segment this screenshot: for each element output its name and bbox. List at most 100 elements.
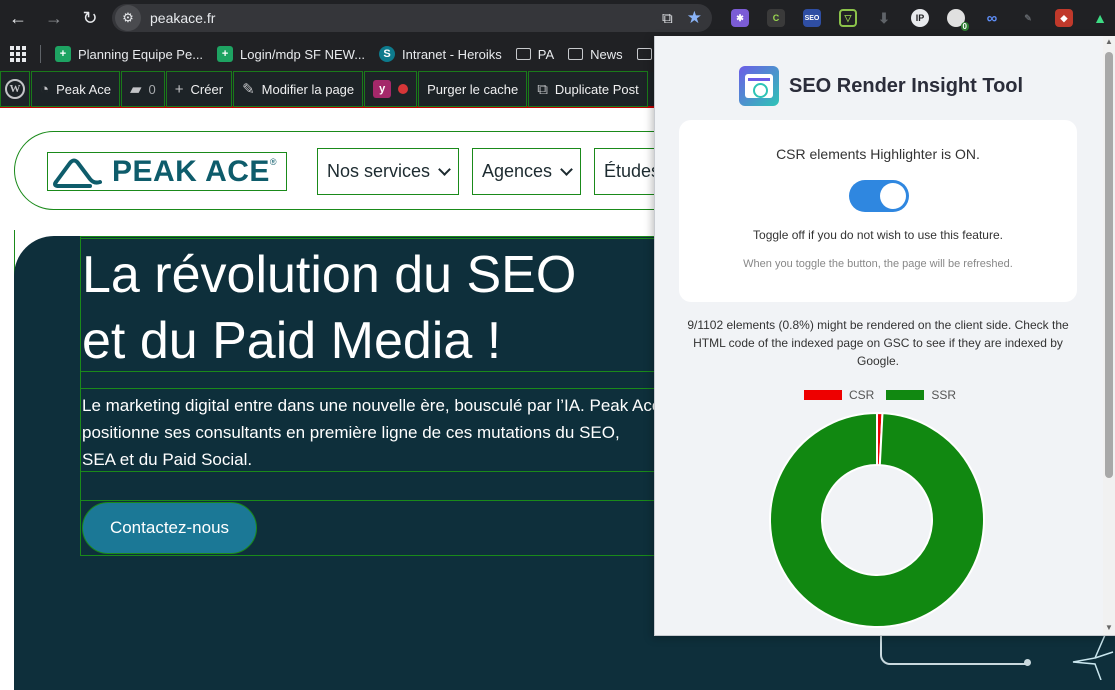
toggle-knob <box>880 183 906 209</box>
scroll-down-icon[interactable]: ▼ <box>1105 624 1113 632</box>
logo-text: PEAK ACE <box>112 154 270 188</box>
nav-agences[interactable]: Agences <box>472 148 582 195</box>
extension-download-icon[interactable]: ⬇ <box>866 4 902 32</box>
chart-legend: CSR SSR <box>655 388 1105 402</box>
extension-badge-count: 0 <box>960 22 969 31</box>
bookmark-star-icon[interactable]: ★ <box>687 8 702 28</box>
wp-yoast-menu[interactable]: y <box>364 71 418 107</box>
bookmark-login[interactable]: + Login/mdp SF NEW... <box>217 46 365 62</box>
forward-button[interactable]: → <box>36 0 72 36</box>
popup-scrollbar[interactable]: ▲ ▼ <box>1103 36 1115 635</box>
duplicate-icon: ⧉ <box>537 80 548 98</box>
reload-button[interactable]: ↻ <box>72 0 108 36</box>
extension-ip-icon[interactable]: IP <box>902 4 938 32</box>
extensions-bar: ✱ C SEO ▽ ⬇ IP 0 ∞ ✎ ◆ ▲ ▣ <box>722 4 1115 32</box>
legend-ssr[interactable]: SSR <box>886 388 956 402</box>
wp-duplicate-post[interactable]: ⧉ Duplicate Post <box>528 71 648 107</box>
extension-gear-icon[interactable]: ✱ <box>722 4 758 32</box>
bookmark-folder-news[interactable]: News <box>568 47 623 62</box>
sheets-icon: + <box>55 46 71 62</box>
peak-ace-logo-icon <box>53 158 102 188</box>
extension-badge-icon[interactable]: 0 <box>938 4 974 32</box>
wp-comments[interactable]: ▰ 0 <box>121 71 165 107</box>
back-button[interactable]: ← <box>0 0 36 36</box>
wp-create-label: Créer <box>190 81 224 97</box>
wp-edit-page[interactable]: ✎ Modifier la page <box>233 71 364 107</box>
url-text[interactable]: peakace.fr <box>150 10 215 26</box>
dashboard-icon: ◔ <box>40 80 50 98</box>
extension-tag-icon[interactable]: ◆ <box>1046 4 1082 32</box>
seo-render-tool-icon <box>739 66 779 106</box>
popup-header: SEO Render Insight Tool <box>739 66 1023 106</box>
chevron-down-icon <box>560 162 573 176</box>
summary-line: 9/1102 elements (0.8%) might be rendered… <box>687 318 1069 332</box>
folder-icon <box>636 48 652 60</box>
csr-summary: 9/1102 elements (0.8%) might be rendered… <box>673 316 1083 370</box>
highlighter-status: CSR elements Highlighter is ON. <box>776 146 980 162</box>
wordpress-icon: W <box>5 79 25 99</box>
site-info-icon[interactable]: ⚙ <box>115 5 141 31</box>
bookmark-label: News <box>590 46 623 62</box>
bookmark-intranet[interactable]: S Intranet - Heroiks <box>379 46 502 62</box>
bookmarks-separator <box>40 45 41 63</box>
highlighter-card: CSR elements Highlighter is ON. Toggle o… <box>679 120 1077 302</box>
seo-status-dot-icon <box>398 84 409 94</box>
bookmark-label: Planning Equipe Pe... <box>78 46 204 62</box>
extension-pen-icon[interactable]: ✎ <box>1010 4 1046 32</box>
sheets-icon: + <box>217 46 234 62</box>
logo-registered: ® <box>269 156 277 167</box>
wp-new-content[interactable]: + Créer <box>165 71 233 107</box>
contact-button[interactable]: Contactez-nous <box>82 502 257 554</box>
address-bar[interactable]: ⚙ peakace.fr ⧉ ★ <box>112 4 712 32</box>
screen: ← → ↻ ⚙ peakace.fr ⧉ ★ ✱ C SEO ▽ ⬇ IP 0 … <box>0 0 1115 690</box>
scrollbar-thumb[interactable] <box>1105 52 1113 478</box>
wp-site-name-label: Peak Ace <box>56 81 111 97</box>
chevron-down-icon <box>438 162 451 176</box>
extension-infinity-icon[interactable]: ∞ <box>974 4 1010 32</box>
legend-swatch-csr <box>803 390 842 400</box>
pencil-icon: ✎ <box>242 81 255 98</box>
hero-description: Le marketing digital entre dans une nouv… <box>82 392 702 473</box>
decorative-dot <box>1024 659 1031 666</box>
site-logo[interactable]: PEAK ACE ® <box>47 152 287 191</box>
legend-swatch-ssr <box>886 390 925 400</box>
legend-csr[interactable]: CSR <box>803 388 875 402</box>
scroll-up-icon[interactable]: ▲ <box>1105 38 1113 46</box>
install-app-icon[interactable]: ⧉ <box>662 10 673 27</box>
extension-shield-icon[interactable]: ▽ <box>830 4 866 32</box>
wp-logo-menu[interactable]: W <box>0 71 30 107</box>
sharepoint-icon: S <box>379 46 396 62</box>
bookmark-planning[interactable]: + Planning Equipe Pe... <box>55 46 203 62</box>
bookmark-label: Intranet - Heroiks <box>402 46 502 62</box>
legend-label-csr: CSR <box>848 388 875 402</box>
extension-popup: SEO Render Insight Tool CSR elements Hig… <box>654 36 1115 636</box>
hero-text-line: Le marketing digital entre dans une nouv… <box>82 396 662 415</box>
apps-grid-icon[interactable] <box>10 46 26 62</box>
csr-ssr-donut-chart <box>769 412 985 628</box>
extension-c-icon[interactable]: C <box>758 4 794 32</box>
wp-site-name[interactable]: ◔ Peak Ace <box>31 71 120 107</box>
nav-label: Agences <box>482 161 553 181</box>
wp-edit-label: Modifier la page <box>261 81 355 97</box>
wp-comments-count: 0 <box>148 81 156 97</box>
folder-icon <box>515 48 531 60</box>
summary-line: HTML code of the indexed page on GSC to … <box>693 336 1063 350</box>
donut-slice-ssr[interactable] <box>769 412 985 628</box>
hero-text-line: positionne ses consultants en première l… <box>82 423 620 442</box>
extension-android-icon[interactable]: ▲ <box>1082 4 1115 32</box>
bookmark-label: PA <box>537 46 555 62</box>
refresh-note: When you toggle the button, the page wil… <box>743 258 1013 270</box>
toggle-hint: Toggle off if you do not wish to use thi… <box>753 228 1003 242</box>
extension-seo-icon[interactable]: SEO <box>794 4 830 32</box>
highlighter-toggle[interactable] <box>849 180 909 212</box>
browser-toolbar: ← → ↻ ⚙ peakace.fr ⧉ ★ ✱ C SEO ▽ ⬇ IP 0 … <box>0 0 1115 36</box>
legend-label-ssr: SSR <box>931 388 957 402</box>
wp-duplicate-label: Duplicate Post <box>554 81 639 97</box>
plus-icon: + <box>174 80 184 98</box>
nav-services[interactable]: Nos services <box>317 148 460 195</box>
bookmark-label: Login/mdp SF NEW... <box>240 46 366 62</box>
nav-label: Études <box>604 161 661 181</box>
wp-purge-cache[interactable]: Purger le cache <box>418 71 528 107</box>
hero-text-line: SEA et du Paid Social. <box>82 450 253 469</box>
bookmark-folder-pa[interactable]: PA <box>515 46 555 62</box>
